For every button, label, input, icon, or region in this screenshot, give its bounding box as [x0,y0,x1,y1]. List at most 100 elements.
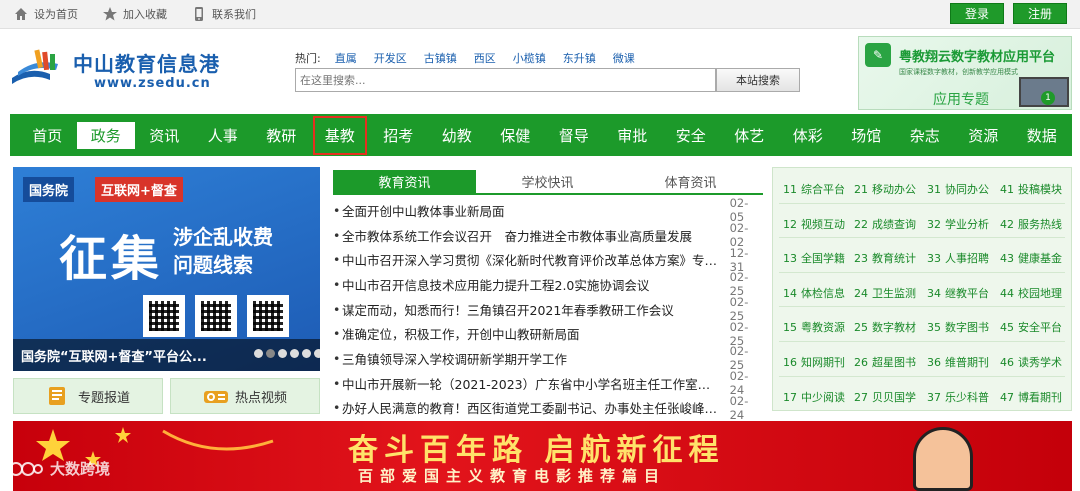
service-link[interactable]: 16 知网期刊 [783,354,845,370]
news-title[interactable]: 全市教体系统工作会议召开 奋力推进全市教体事业高质量发展 [342,226,722,245]
carousel-dot[interactable] [278,349,287,358]
contact-us-link[interactable]: 联系我们 [191,6,256,22]
news-tab[interactable]: 体育资讯 [619,170,762,193]
nav-item[interactable]: 资源 [954,114,1013,156]
site-search-button[interactable]: 本站搜索 [716,68,800,92]
news-tab[interactable]: 教育资讯 [333,170,476,193]
nav-item[interactable]: 审批 [603,114,662,156]
service-link[interactable]: 24 卫生监测 [854,285,916,301]
hot-video-button[interactable]: 热点视频 [170,378,320,414]
nav-item[interactable]: 体彩 [779,114,838,156]
nav-item[interactable]: 资讯 [135,114,194,156]
service-link[interactable]: 46 读秀学术 [1000,354,1062,370]
carousel-dot[interactable] [290,349,299,358]
service-link[interactable]: 22 成绩查询 [854,216,916,232]
news-title[interactable]: 办好人民满意的教育！西区街道党工委副书记、办事处主任张峻峰调研学校工作 [342,398,722,417]
news-title[interactable]: 中山市开展新一轮（2021-2023）广东省中小学名班主任工作室主持人评选 [342,374,722,393]
service-link[interactable]: 36 维普期刊 [927,354,989,370]
news-title[interactable]: 中山市召开信息技术应用能力提升工程2.0实施协调会议 [342,275,722,294]
service-label: 数字图书 [945,321,989,335]
service-link[interactable]: 31 协同办公 [927,181,989,197]
service-link[interactable]: 47 博看期刊 [1000,389,1062,405]
news-tab[interactable]: 学校快讯 [476,170,619,193]
logo-title: 中山教育信息港 [73,52,220,76]
site-logo[interactable]: 中山教育信息港 www.zsedu.cn [10,42,240,96]
login-button[interactable]: 登录 [950,3,1004,24]
service-link[interactable]: 14 体检信息 [783,285,845,301]
news-title[interactable]: 谋定而动，知悉而行！三角镇召开2021年春季教研工作会议 [342,300,722,319]
news-item[interactable]: • 全市教体系统工作会议召开 奋力推进全市教体事业高质量发展 02-02 [333,221,763,249]
carousel-dot[interactable] [302,349,311,358]
service-link[interactable]: 34 继教平台 [927,285,989,301]
nav-item[interactable]: 幼教 [428,114,487,156]
search-input[interactable] [295,68,716,92]
set-homepage-link[interactable]: 设为首页 [13,6,78,22]
nav-item[interactable]: 政务 [76,114,136,156]
service-link[interactable]: 26 超星图书 [854,354,916,370]
service-link[interactable]: 44 校园地理 [1000,285,1062,301]
service-link[interactable]: 23 教育统计 [854,250,916,266]
service-link[interactable]: 45 安全平台 [1000,319,1062,335]
nav-item[interactable]: 体艺 [720,114,779,156]
nav-item[interactable]: 招考 [369,114,428,156]
register-button[interactable]: 注册 [1013,3,1067,24]
news-item[interactable]: • 谋定而动，知悉而行！三角镇召开2021年春季教研工作会议 02-25 [333,295,763,323]
nav-item[interactable]: 首页 [18,114,77,156]
news-title[interactable]: 中山市召开深入学习贯彻《深化新时代教育评价改革总体方案》专题会议 [342,250,722,269]
service-link[interactable]: 43 健康基金 [1000,250,1062,266]
service-link[interactable]: 13 全国学籍 [783,250,845,266]
service-link[interactable]: 33 人事招聘 [927,250,989,266]
news-title[interactable]: 三角镇领导深入学校调研新学期开学工作 [342,349,722,368]
carousel-banner[interactable]: 国务院 互联网+督查 征集 涉企乱收费 问题线索 国务院“互联网+督查”平台公.… [13,167,320,371]
service-link[interactable]: 41 投稿模块 [1000,181,1062,197]
nav-item[interactable]: 督导 [545,114,604,156]
nav-item[interactable]: 人事 [194,114,253,156]
news-date: 02-24 [729,393,749,422]
nav-item[interactable]: 数据 [1013,114,1072,156]
carousel-dot[interactable] [314,349,320,358]
digital-textbook-ad[interactable]: ✎ 粤教翔云数字教材应用平台 国家课程数字教材，创新教学应用模式 应用专题 1 [858,36,1072,110]
hot-link[interactable]: 直属 [335,50,357,66]
hot-link[interactable]: 小榄镇 [513,50,546,66]
news-item[interactable]: • 三角镇领导深入学校调研新学期开学工作 02-25 [333,344,763,372]
service-link[interactable]: 11 综合平台 [783,181,845,197]
service-link[interactable]: 27 贝贝国学 [854,389,916,405]
banner-caption[interactable]: 国务院“互联网+督查”平台公... [21,346,207,365]
add-favorite-link[interactable]: 加入收藏 [102,6,167,22]
service-link[interactable]: 25 数字教材 [854,319,916,335]
service-link[interactable]: 12 视频互动 [783,216,845,232]
hot-link[interactable]: 微课 [613,50,635,66]
carousel-dot[interactable] [254,349,263,358]
hot-link[interactable]: 古镇镇 [424,50,457,66]
news-item[interactable]: • 中山市召开深入学习贯彻《深化新时代教育评价改革总体方案》专题会议 12-31 [333,246,763,274]
service-link[interactable]: 37 乐少科普 [927,389,989,405]
news-item[interactable]: •办好人民满意的教育！西区街道党工委副书记、办事处主任张峻峰调研学校工作 02-2… [333,393,763,422]
news-item[interactable]: • 准确定位，积极工作，开创中山教研新局面 02-25 [333,320,763,348]
news-title[interactable]: 准确定位，积极工作，开创中山教研新局面 [342,324,722,343]
nav-item[interactable]: 保健 [486,114,545,156]
news-item[interactable]: • 中山市开展新一轮（2021-2023）广东省中小学名班主任工作室主持人评选 02… [333,369,763,397]
service-link[interactable]: 32 学业分析 [927,216,989,232]
hot-link[interactable]: 开发区 [374,50,407,66]
news-item[interactable]: • 全面开创中山教体事业新局面 02-05 [333,196,763,224]
carousel-dot[interactable] [266,349,275,358]
news-title[interactable]: 全面开创中山教体事业新局面 [342,201,722,220]
nav-item[interactable]: 安全 [662,114,721,156]
special-report-button[interactable]: 专题报道 [13,378,163,414]
nav-item[interactable]: 场馆 [837,114,896,156]
news-list: • 全面开创中山教体事业新局面 02-05 • 全市教体系统工作会议召开 奋力推进全市教… [333,196,763,422]
nav-item[interactable]: 基教 [311,114,370,156]
service-link[interactable]: 42 服务热线 [1000,216,1062,232]
nav-item[interactable]: 教研 [252,114,311,156]
service-link[interactable]: 15 粤教资源 [783,319,845,335]
nav-item[interactable]: 杂志 [896,114,955,156]
hot-link[interactable]: 东升镇 [563,50,596,66]
hot-link[interactable]: 西区 [474,50,496,66]
news-item[interactable]: • 中山市召开信息技术应用能力提升工程2.0实施协调会议 02-25 [333,270,763,298]
nav-item-label: 体艺 [734,126,765,145]
top-bar: 设为首页 加入收藏 联系我们 登录 注册 [0,0,1080,29]
patriotic-film-banner[interactable]: 奋斗百年路 启航新征程 百部爱国主义教育电影推荐篇目 [13,421,1072,491]
service-link[interactable]: 21 移动办公 [854,181,916,197]
service-link[interactable]: 17 中少阅读 [783,389,845,405]
service-link[interactable]: 35 数字图书 [927,319,989,335]
